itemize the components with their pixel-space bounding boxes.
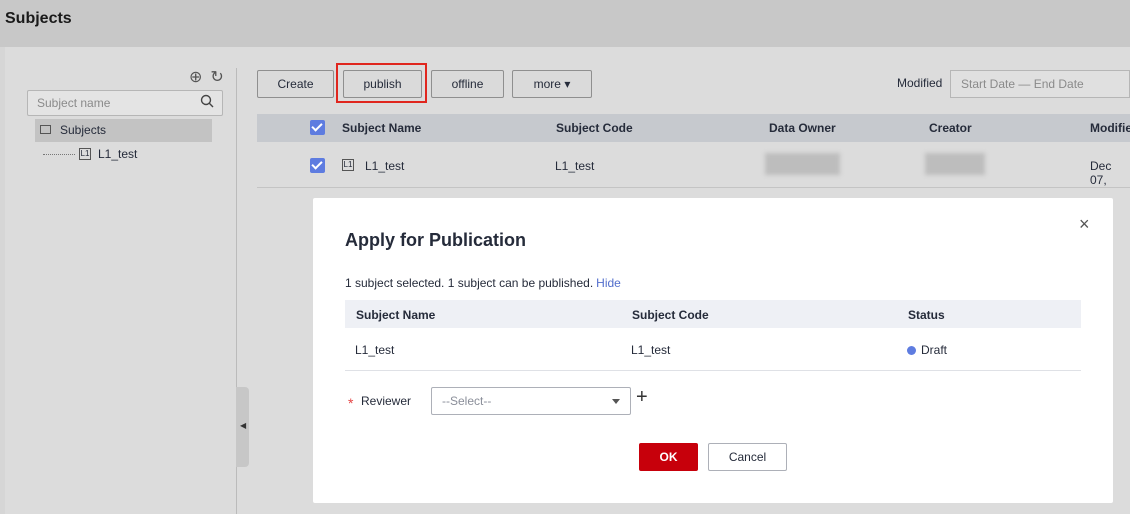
chevron-down-icon <box>612 399 620 404</box>
subject-code-cell: L1_test <box>555 159 595 173</box>
select-all-checkbox[interactable] <box>310 120 325 135</box>
modified-cell: Dec 07, <box>1090 159 1112 187</box>
reviewer-label: Reviewer <box>361 394 412 408</box>
page-title: Subjects <box>5 10 72 27</box>
reviewer-select-value: --Select-- <box>442 394 492 408</box>
status-cell: Draft <box>907 343 947 357</box>
collapse-panel-handle[interactable]: ◀ <box>236 387 249 467</box>
selection-info: 1 subject selected. 1 subject can be pub… <box>345 276 621 290</box>
tree-panel: ⊕↻ Subjects L1 L1_test <box>5 47 237 514</box>
page-header: Subjects <box>0 0 1130 47</box>
hide-link[interactable]: Hide <box>596 276 621 290</box>
folder-icon <box>40 125 51 134</box>
apply-publication-dialog: × Apply for Publication 1 subject select… <box>313 198 1113 503</box>
table-header: Subject Name Subject Code Data Owner Cre… <box>257 114 1130 142</box>
tree-search[interactable] <box>27 90 223 116</box>
dialog-title: Apply for Publication <box>345 230 527 250</box>
required-asterisk: * <box>348 395 354 411</box>
tree-item-label: L1_test <box>98 147 138 161</box>
column-header[interactable]: Subject Code <box>556 121 633 135</box>
table-row: L1_test L1_test Draft <box>345 328 1081 371</box>
column-header: Subject Name <box>356 308 436 322</box>
selection-info-text: 1 subject selected. 1 subject can be pub… <box>345 276 594 290</box>
ok-button[interactable]: OK <box>639 443 698 471</box>
row-checkbox[interactable] <box>310 158 325 173</box>
level-badge-icon: L1 <box>342 159 354 171</box>
table-row[interactable]: L1 L1_test L1_test Dec 07, <box>257 143 1130 188</box>
add-circle-icon[interactable]: ⊕ <box>189 69 202 86</box>
column-header[interactable]: Modifie <box>1090 121 1130 135</box>
add-reviewer-icon[interactable]: + <box>636 386 648 409</box>
more-dropdown-button[interactable]: more ▾ <box>512 70 592 98</box>
tree-tools: ⊕ ↻ <box>181 67 224 87</box>
cancel-button[interactable]: Cancel <box>708 443 787 471</box>
tree-root-label: Subjects <box>60 123 107 137</box>
subject-name-cell[interactable]: L1_test <box>365 159 404 173</box>
column-header: Subject Code <box>632 308 709 322</box>
column-header[interactable]: Creator <box>929 121 972 135</box>
column-header[interactable]: Data Owner <box>769 121 836 135</box>
subject-code-cell: L1_test <box>631 343 671 357</box>
modified-label: Modified <box>897 76 943 90</box>
level-badge-icon: L1 <box>79 148 91 160</box>
subject-name-cell: L1_test <box>355 343 395 357</box>
caret-left-icon: ◀ <box>240 421 247 430</box>
data-owner-redacted <box>765 153 840 175</box>
column-header: Status <box>908 308 945 322</box>
dialog-table-header: Subject Name Subject Code Status <box>345 300 1081 328</box>
subject-search-input[interactable] <box>28 91 188 115</box>
publish-highlight-box <box>336 63 427 103</box>
reviewer-select[interactable]: --Select-- <box>431 387 631 415</box>
date-range-picker[interactable]: Start Date — End Date <box>950 70 1130 98</box>
create-button[interactable]: Create <box>257 70 334 98</box>
creator-redacted <box>925 153 985 175</box>
tree-connector <box>43 154 75 155</box>
status-dot-icon <box>907 346 916 355</box>
status-label: Draft <box>921 343 948 357</box>
search-icon[interactable] <box>200 94 214 108</box>
tree-root-subjects[interactable]: Subjects <box>35 119 212 142</box>
refresh-icon[interactable]: ↻ <box>210 69 223 86</box>
offline-button[interactable]: offline <box>431 70 504 98</box>
close-icon[interactable]: × <box>1079 214 1090 235</box>
column-header[interactable]: Subject Name <box>342 121 421 135</box>
